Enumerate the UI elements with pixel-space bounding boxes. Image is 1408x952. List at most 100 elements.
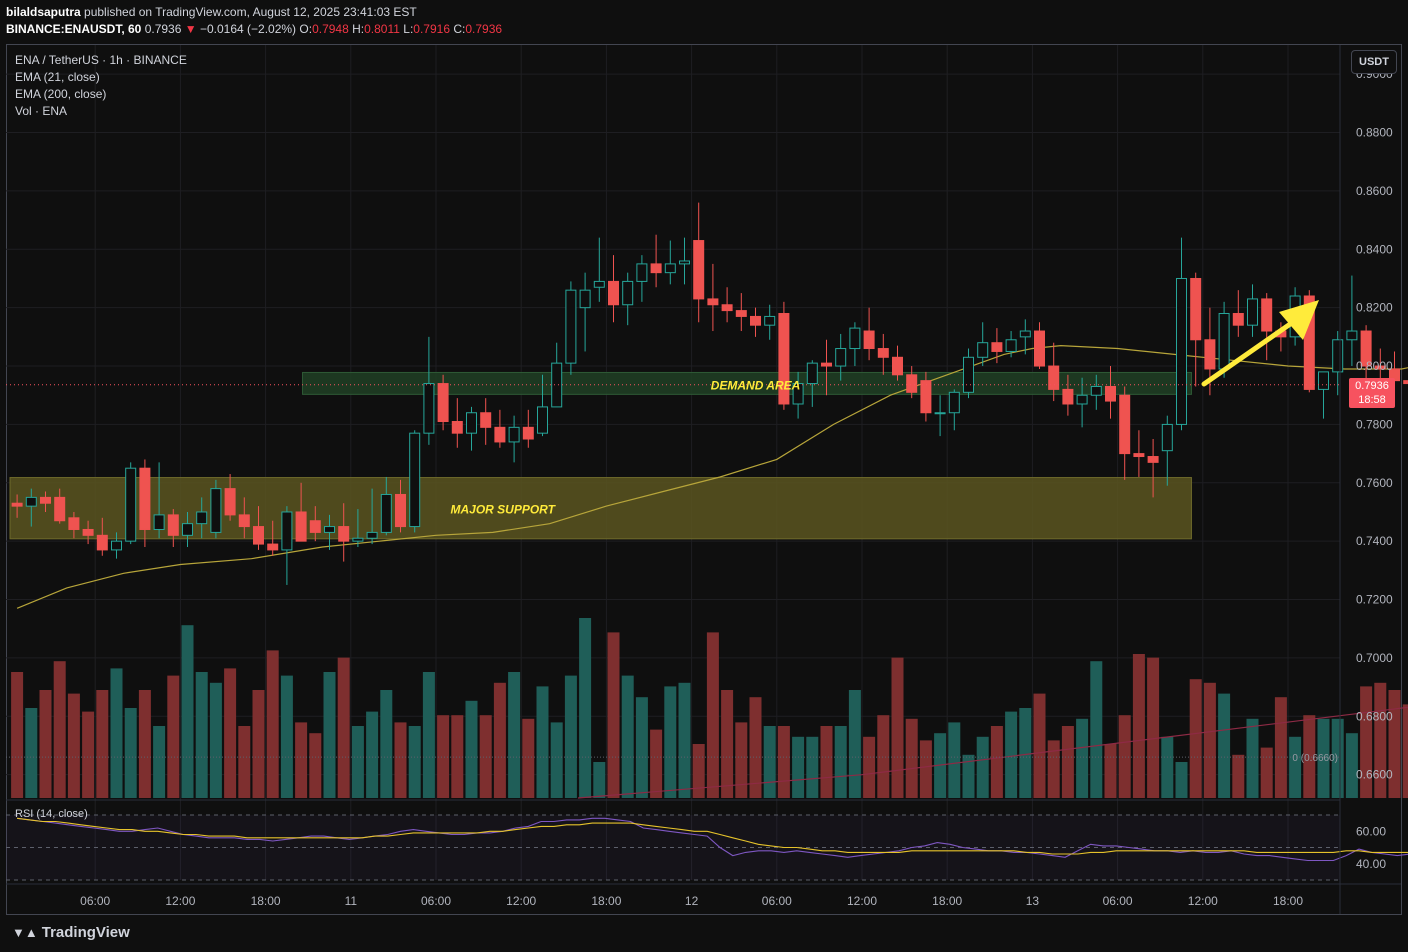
time-tick-label: 06:00 <box>1103 894 1133 908</box>
volume-bar <box>493 682 506 798</box>
candle-body <box>863 330 875 350</box>
candle <box>423 336 435 445</box>
candle-body <box>1332 339 1344 373</box>
volume-bar <box>280 675 293 798</box>
volume-bar <box>706 632 719 798</box>
candle-body <box>1403 380 1408 385</box>
candle <box>679 237 690 285</box>
candle-body <box>96 534 108 551</box>
candle <box>849 322 861 367</box>
footer-logo[interactable]: ▼▲ TradingView <box>12 924 130 941</box>
candle-body <box>1318 371 1329 390</box>
volume-bar <box>976 736 989 798</box>
volume-bar <box>394 722 407 798</box>
volume-bar <box>1047 740 1060 798</box>
volume-bar <box>1246 718 1259 798</box>
volume-bar <box>678 682 691 798</box>
volume-bar <box>295 722 308 798</box>
legend-ema21[interactable]: EMA (21, close) <box>15 70 100 84</box>
volume-bar <box>848 690 861 798</box>
volume-bar <box>1033 693 1046 798</box>
badge-countdown: 18:58 <box>1358 394 1386 406</box>
candle-body <box>1090 385 1102 396</box>
tradingview-logo-icon: ▼▲ <box>12 925 38 940</box>
legend-ema200[interactable]: EMA (200, close) <box>15 87 106 101</box>
volume-bar <box>1118 715 1131 798</box>
currency-button[interactable]: USDT <box>1351 50 1397 74</box>
candle <box>593 237 605 302</box>
candle <box>877 333 889 375</box>
candle <box>778 301 790 410</box>
candle-body <box>494 426 506 443</box>
volume-bar <box>351 726 364 798</box>
volume-bar <box>39 690 52 798</box>
candle <box>551 342 563 408</box>
candle <box>707 263 719 332</box>
price-tick-label: 0.7600 <box>1356 476 1393 490</box>
legend-rsi[interactable]: RSI (14, close) <box>15 808 88 820</box>
volume-bar <box>11 672 24 798</box>
volume-bar <box>422 672 435 798</box>
volume-bar <box>877 715 890 798</box>
legend-title[interactable]: ENA / TetherUS · 1h · BINANCE <box>15 53 187 67</box>
volume-bar <box>990 726 1003 798</box>
volume-bar <box>593 762 606 798</box>
price-chart[interactable]: 0.90000.88000.86000.84000.82000.80000.78… <box>0 0 1408 952</box>
candle-body <box>1105 385 1116 402</box>
candle <box>934 395 946 437</box>
candle-body <box>636 263 648 282</box>
volume-bar <box>1189 679 1202 798</box>
volume-bar <box>621 675 634 798</box>
price-tick-label: 0.7400 <box>1356 534 1393 548</box>
volume-bar <box>522 718 535 798</box>
demand-area-label: DEMAND AREA <box>711 379 801 393</box>
time-tick-label: 13 <box>1026 894 1040 908</box>
candle <box>494 409 506 448</box>
candle-body <box>451 421 463 434</box>
candle-body <box>1176 277 1187 425</box>
candle-body <box>267 543 279 551</box>
volume-bar <box>1104 744 1117 798</box>
volume-bar <box>721 690 734 798</box>
price-tick-label: 0.7200 <box>1356 593 1393 607</box>
volume-bar <box>479 715 492 798</box>
candle-body <box>1247 298 1258 326</box>
volume-bar <box>1402 704 1408 798</box>
candle-body <box>1261 298 1273 332</box>
time-tick-label: 18:00 <box>591 894 621 908</box>
candle <box>1161 415 1173 486</box>
volume-bar <box>1203 682 1216 798</box>
volume-bar <box>323 672 336 798</box>
volume-bar <box>550 722 563 798</box>
candle-body <box>821 362 832 367</box>
candle-body <box>522 426 534 440</box>
volume-bar <box>337 657 350 798</box>
volume-bars <box>11 618 1408 798</box>
candle <box>579 272 591 352</box>
candle-body <box>324 526 335 533</box>
volume-bar <box>1345 733 1358 798</box>
volume-bar <box>948 722 961 798</box>
candle-body <box>906 374 918 393</box>
candle <box>451 398 463 448</box>
candle-body <box>352 537 364 542</box>
volume-bar <box>67 693 80 798</box>
price-tick-label: 0.8800 <box>1356 126 1393 140</box>
candle <box>608 255 619 323</box>
time-tick-label: 18:00 <box>1273 894 1303 908</box>
volume-bar <box>238 726 251 798</box>
candle-body <box>380 493 392 533</box>
candle-body <box>238 514 250 528</box>
legend-volume[interactable]: Vol · ENA <box>15 104 67 118</box>
volume-bar <box>763 726 776 798</box>
candle-body <box>1005 339 1017 352</box>
candle-body <box>622 280 634 306</box>
volume-bar <box>366 711 379 798</box>
rsi-tick-label: 60.00 <box>1356 824 1386 838</box>
volume-bar <box>1218 693 1231 798</box>
volume-bar <box>792 736 805 798</box>
candle-body <box>224 488 236 516</box>
candle <box>721 287 733 323</box>
candle-body <box>849 327 861 350</box>
volume-bar <box>1388 690 1401 798</box>
